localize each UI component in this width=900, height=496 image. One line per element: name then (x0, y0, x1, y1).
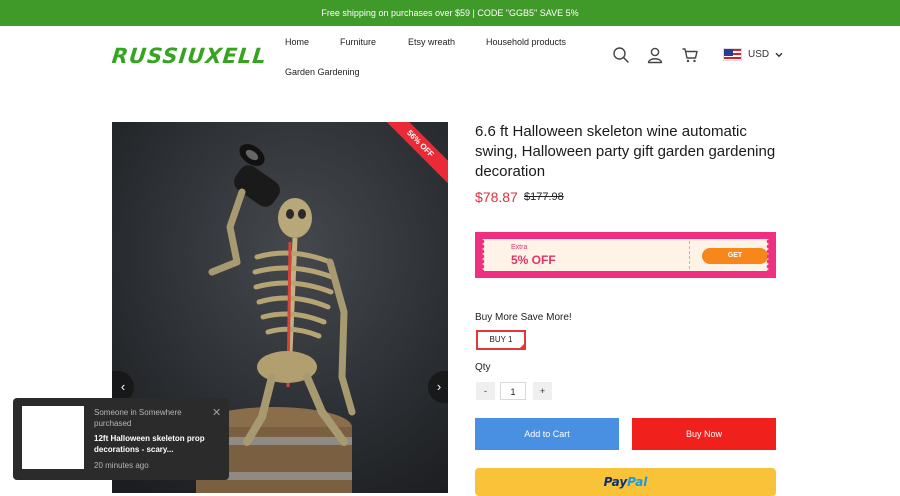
product-price: $78.87 (475, 189, 518, 205)
currency-label: USD (748, 49, 770, 60)
popup-time: 20 minutes ago (94, 461, 149, 470)
popup-product[interactable]: 12ft Halloween skeleton prop decorations… (94, 433, 222, 455)
qty-increase-button[interactable]: + (533, 382, 552, 400)
popup-buyer: Someone in Somewhere (94, 408, 182, 417)
currency-selector[interactable]: USD (723, 48, 783, 61)
buy-now-button[interactable]: Buy Now (632, 418, 776, 450)
coupon-extra-label: Extra (511, 244, 528, 251)
coupon-discount: 5% OFF (511, 253, 556, 267)
nav-garden-gardening[interactable]: Garden Gardening (285, 67, 360, 77)
nav-home[interactable]: Home (285, 37, 309, 47)
qty-decrease-button[interactable]: - (476, 382, 495, 400)
paypal-logo-part1: Pay (603, 475, 628, 489)
cart-icon[interactable] (681, 46, 699, 64)
coupon-card: Extra 5% OFF GET (482, 239, 769, 271)
chevron-right-icon: › (436, 379, 442, 394)
qty-label: Qty (475, 362, 491, 373)
coupon-divider (689, 241, 690, 269)
bundle-label: Buy More Save More! (475, 312, 572, 323)
close-icon[interactable]: ✕ (212, 406, 221, 419)
bundle-option-label: BUY 1 (489, 335, 513, 344)
paypal-logo-part2: Pal (627, 475, 648, 489)
chevron-left-icon: ‹ (120, 379, 126, 394)
us-flag-icon (723, 48, 742, 61)
discount-badge: 56% OFF (386, 122, 448, 184)
compare-price: $177.98 (524, 191, 564, 203)
product-title: 6.6 ft Halloween skeleton wine automatic… (475, 123, 776, 180)
qty-input[interactable]: 1 (500, 382, 526, 400)
announcement-bar: Free shipping on purchases over $59 | CO… (0, 0, 900, 26)
coupon-banner: Extra 5% OFF GET (475, 232, 776, 278)
popup-action: purchased (94, 419, 132, 428)
search-icon[interactable] (612, 46, 630, 64)
nav-furniture[interactable]: Furniture (340, 37, 376, 47)
discount-ribbon: 56% OFF (386, 122, 448, 184)
add-to-cart-button[interactable]: Add to Cart (475, 418, 619, 450)
nav-etsy-wreath[interactable]: Etsy wreath (408, 37, 455, 47)
nav-household-products[interactable]: Household products (486, 37, 566, 47)
paypal-button[interactable]: PayPal (475, 468, 776, 496)
selected-corner-icon (518, 342, 526, 350)
purchase-notification[interactable]: Someone in Somewhere purchased 12ft Hall… (13, 398, 229, 480)
chevron-down-icon (775, 52, 783, 57)
user-icon[interactable] (646, 46, 664, 64)
popup-thumbnail (22, 406, 84, 469)
brand-logo[interactable]: RUSSIUXELL (111, 44, 268, 68)
get-coupon-button[interactable]: GET (702, 248, 768, 264)
bundle-option-buy-1[interactable]: BUY 1 (476, 330, 526, 350)
